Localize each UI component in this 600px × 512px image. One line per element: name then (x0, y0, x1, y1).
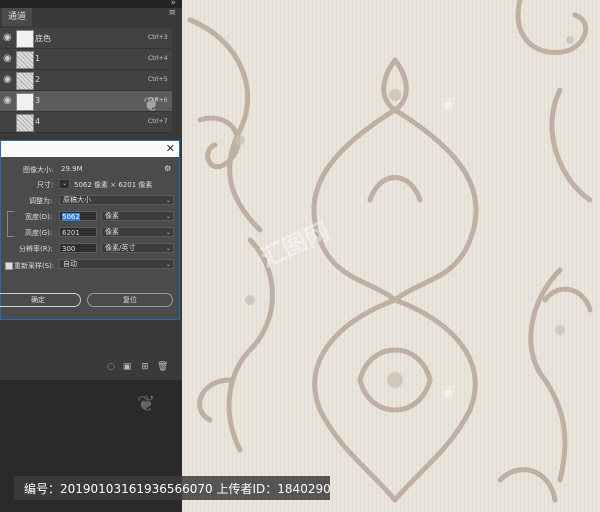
fit-to-select[interactable]: 原稿大小 ⌄ (59, 195, 174, 205)
resolution-input[interactable]: 300 (59, 243, 97, 253)
resolution-label: 分辨率(R): (19, 245, 53, 253)
width-unit-select[interactable]: 像素 ⌄ (101, 211, 174, 221)
channel-shortcut: Ctrl+7 (148, 118, 168, 125)
fit-to-label: 调整为: (29, 197, 53, 205)
delete-icon[interactable]: 🗑 (157, 362, 168, 372)
height-unit: 像素 (105, 228, 119, 236)
resample-checkbox[interactable] (5, 262, 13, 270)
tab-channels[interactable]: 通道 (2, 8, 33, 26)
channel-thumbnail (16, 51, 34, 69)
link-chain-icon[interactable] (7, 211, 14, 237)
eye-icon[interactable]: ◉ (3, 53, 13, 65)
image-size-label: 图像大小: (23, 166, 54, 174)
channel-row-base[interactable]: ◉ 底色 Ctrl+3 (0, 28, 172, 49)
resample-label: 重新采样(S): (14, 262, 55, 270)
save-selection-icon[interactable]: ▣ (122, 362, 132, 372)
resample-select[interactable]: 自动 ⌄ (59, 259, 174, 269)
dropdown-arrow-icon: ⌄ (165, 261, 171, 268)
load-selection-icon[interactable]: ◌ (106, 362, 116, 372)
dimensions-value: 5062 像素 × 6201 像素 (74, 181, 153, 189)
eye-icon[interactable]: ◉ (3, 74, 13, 86)
panel-topbar: » (0, 0, 182, 8)
channel-thumbnail (16, 30, 34, 48)
channel-row-1[interactable]: ◉ 1 Ctrl+4 (0, 49, 172, 70)
close-icon[interactable]: ✕ (166, 142, 175, 155)
channel-shortcut: Ctrl+5 (148, 76, 168, 83)
caption-bar: 编号：20190103161936566070 上传者ID：1840290 (0, 470, 600, 512)
panel-menu-icon[interactable]: ≡ (168, 9, 176, 18)
height-value: 6201 (62, 229, 80, 237)
channel-name: 3 (35, 96, 41, 105)
channel-name: 4 (35, 117, 41, 126)
height-label: 高度(G): (25, 229, 53, 237)
width-unit: 像素 (105, 212, 119, 220)
width-input[interactable]: 5062 (59, 211, 97, 221)
site-logo-icon: ❦ (143, 92, 160, 116)
channel-name: 底色 (35, 34, 51, 43)
dropdown-arrow-icon: ⌄ (165, 197, 171, 204)
width-label: 宽度(D): (25, 213, 53, 221)
resample-value: 自动 (63, 260, 77, 268)
height-input[interactable]: 6201 (59, 227, 97, 237)
fit-to-value: 原稿大小 (63, 196, 91, 204)
channel-shortcut: Ctrl+3 (148, 34, 168, 41)
dropdown-arrow-icon: ⌄ (165, 229, 171, 236)
channel-thumbnail (16, 93, 34, 111)
site-logo-icon: ❦ (440, 92, 457, 116)
resolution-unit-select[interactable]: 像素/英寸 ⌄ (101, 243, 174, 253)
new-channel-icon[interactable]: ⊞ (140, 362, 150, 372)
channel-thumbnail (16, 72, 34, 90)
close-icon[interactable]: » (170, 0, 176, 8)
gear-icon[interactable]: ⚙ (164, 164, 171, 173)
image-size-dialog: ✕ 图像大小: 29.9M ⚙ 尺寸: ⌄ 5062 像素 × 6201 像素 … (0, 140, 180, 320)
ok-button[interactable]: 确定 (0, 293, 81, 307)
eye-icon[interactable]: ◉ (3, 95, 13, 107)
dialog-titlebar: ✕ (1, 141, 179, 157)
channel-thumbnail (16, 114, 34, 132)
resolution-unit: 像素/英寸 (105, 244, 136, 252)
channel-row-2[interactable]: ◉ 2 Ctrl+5 (0, 70, 172, 91)
site-logo-icon: ❦ (440, 380, 457, 404)
channel-shortcut: Ctrl+4 (148, 55, 168, 62)
dropdown-arrow-icon[interactable]: ⌄ (59, 179, 70, 189)
channel-name: 2 (35, 75, 41, 84)
height-unit-select[interactable]: 像素 ⌄ (101, 227, 174, 237)
panel-footer: ◌ ▣ ⊞ 🗑 (0, 360, 182, 376)
width-value: 5062 (62, 213, 80, 221)
dropdown-arrow-icon: ⌄ (165, 245, 171, 252)
image-size-value: 29.9M (61, 165, 83, 173)
dropdown-arrow-icon: ⌄ (165, 213, 171, 220)
site-logo-icon: ❦ (137, 392, 156, 417)
eye-icon[interactable]: ◉ (3, 32, 13, 44)
channel-name: 1 (35, 54, 41, 63)
dimensions-label: 尺寸: (37, 181, 54, 189)
eye-icon[interactable]: ◌ (3, 116, 13, 128)
reset-button[interactable]: 复位 (87, 293, 173, 307)
caption-text: 编号：20190103161936566070 上传者ID：1840290 (24, 482, 331, 496)
resolution-value: 300 (62, 245, 76, 253)
